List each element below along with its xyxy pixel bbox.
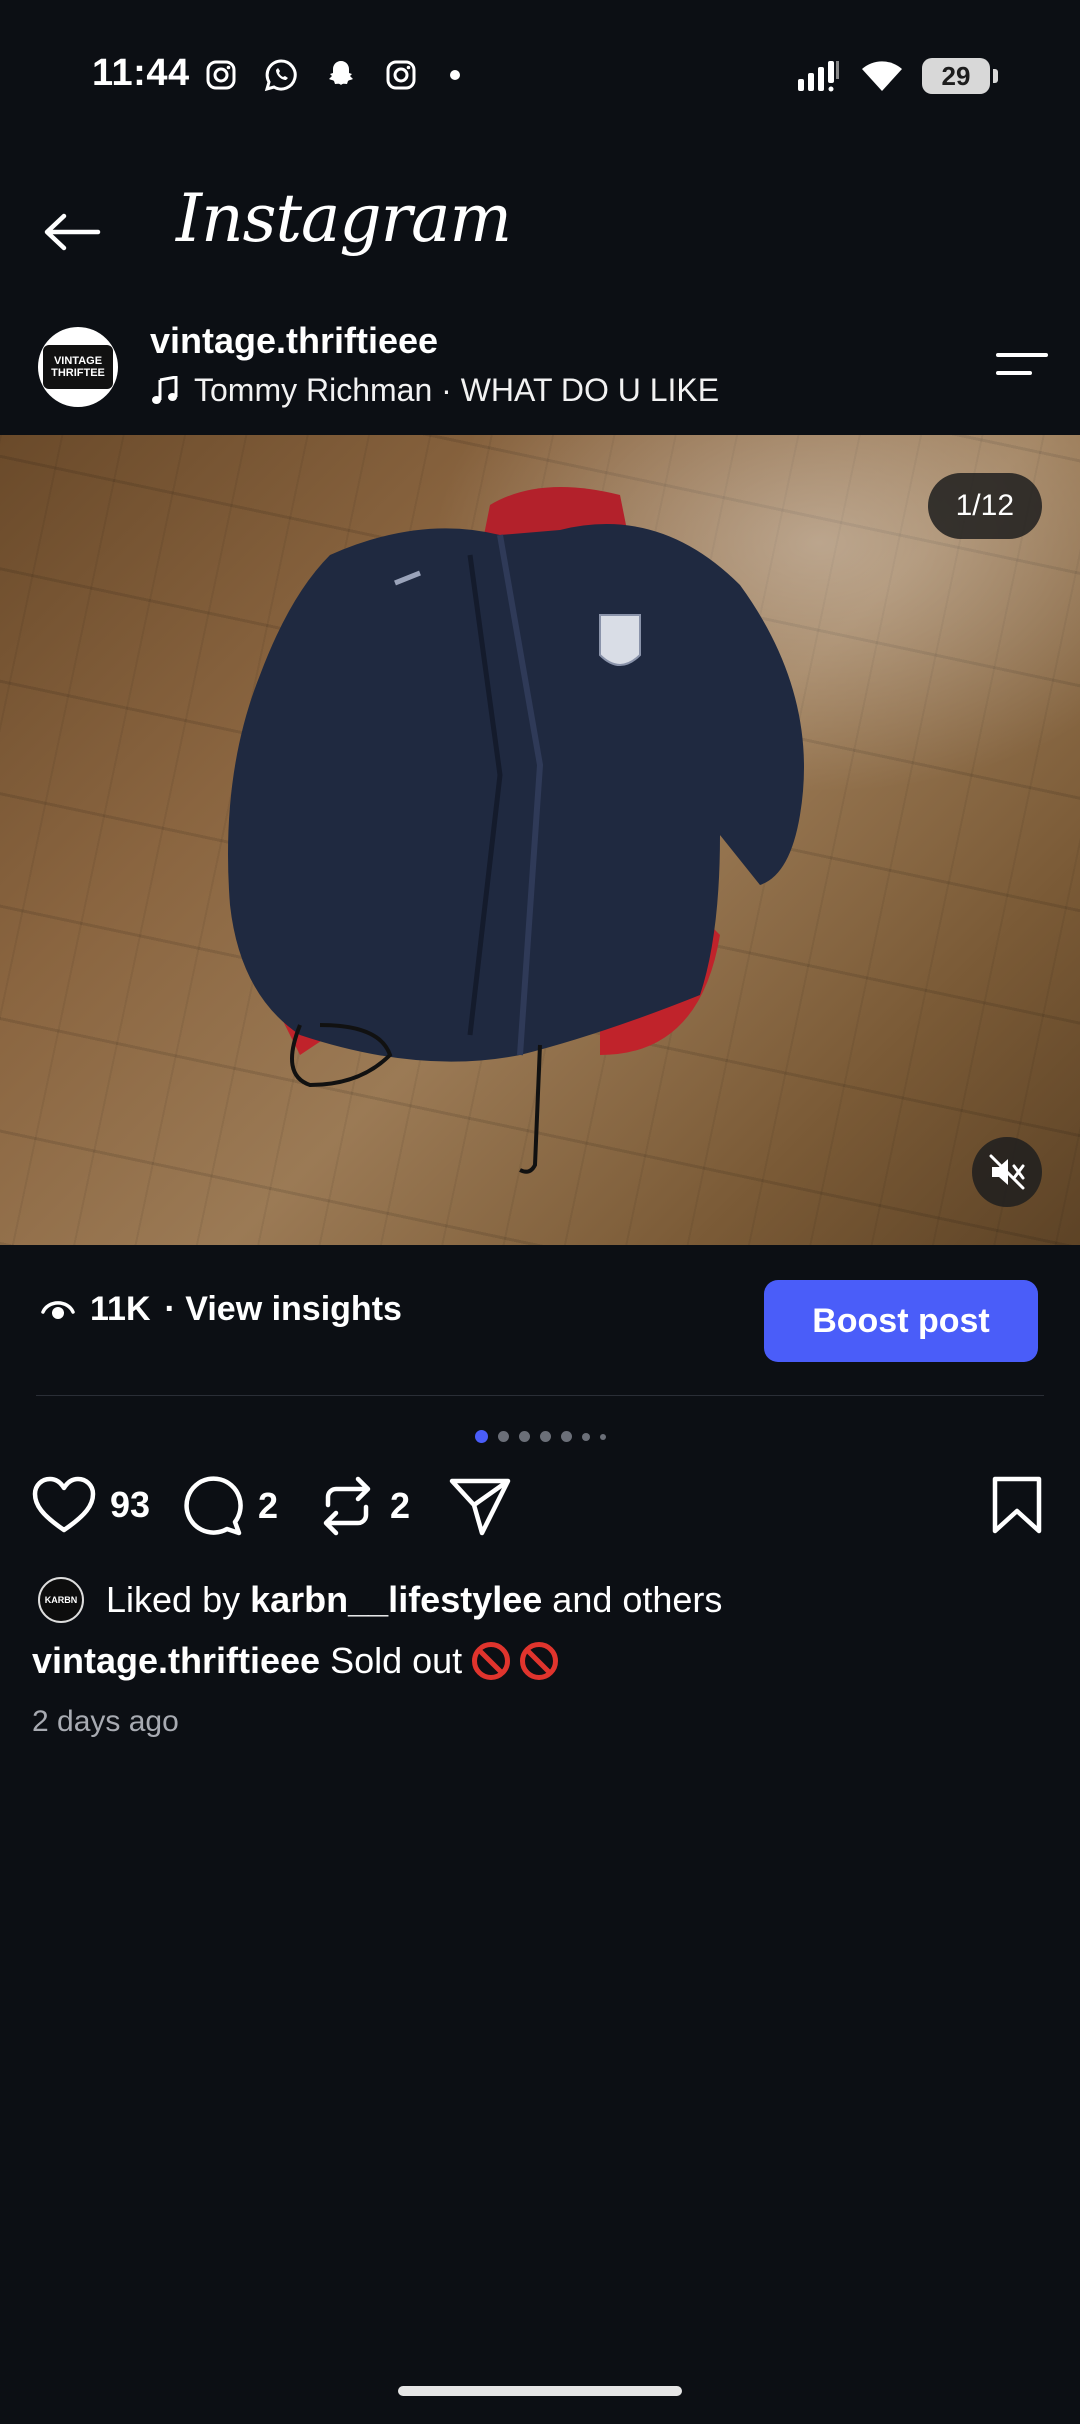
post-caption: vintage.thriftieee Sold out	[32, 1640, 559, 1682]
comment-icon	[184, 1476, 243, 1536]
mute-button[interactable]	[972, 1137, 1042, 1207]
repost-icon	[323, 1476, 371, 1536]
bookmark-icon	[992, 1476, 1042, 1534]
post-menu-button[interactable]	[990, 345, 1050, 385]
post-username[interactable]: vintage.thriftieee	[150, 320, 438, 362]
wifi-icon	[862, 61, 902, 91]
top-app-bar: Instagram	[0, 170, 1080, 290]
like-button[interactable]: 93	[32, 1475, 150, 1535]
instagram-icon	[204, 58, 238, 92]
more-notifications-dot	[450, 70, 460, 80]
carousel-dot	[539, 1431, 551, 1442]
insights-label: · View insights	[164, 1290, 402, 1328]
image-counter: 1/12	[927, 473, 1042, 539]
divider	[36, 1395, 1044, 1396]
liked-by-user[interactable]: karbn__lifestylee	[250, 1579, 542, 1620]
likes-count: 93	[110, 1484, 151, 1525]
prohibited-emoji-icon	[520, 1642, 559, 1680]
prohibited-emoji-icon	[472, 1642, 511, 1680]
heart-icon	[32, 1476, 96, 1533]
carousel-dot	[497, 1431, 509, 1442]
post-header: VINTAGE THRIFTEE vintage.thriftieee Tomm…	[0, 315, 1080, 435]
comment-button[interactable]: 2	[182, 1475, 278, 1537]
carousel-dot	[581, 1432, 590, 1441]
instagram-icon	[384, 58, 418, 92]
carousel-dot	[599, 1433, 606, 1440]
status-bar: 11:44 29	[0, 0, 1080, 150]
save-button[interactable]	[990, 1475, 1044, 1535]
liker-avatar: KARBN	[38, 1577, 84, 1623]
carousel-indicator	[0, 1430, 1080, 1443]
liker-avatar-text: KARBN	[44, 1595, 78, 1605]
caption-username[interactable]: vintage.thriftieee	[32, 1640, 320, 1682]
repost-button[interactable]: 2	[318, 1475, 410, 1537]
post-timestamp: 2 days ago	[32, 1705, 179, 1738]
avatar[interactable]: VINTAGE THRIFTEE	[38, 327, 118, 407]
comments-count: 2	[258, 1485, 279, 1526]
menu-line-top	[996, 353, 1048, 357]
screen: 11:44 29 Instagram VINTAGE THRIFTEE vint…	[0, 0, 1080, 2424]
home-indicator[interactable]	[398, 2386, 682, 2396]
liked-by-prefix: Liked by	[106, 1579, 241, 1620]
reposts-count: 2	[390, 1485, 411, 1526]
avatar-logo: VINTAGE THRIFTEE	[43, 345, 113, 389]
send-icon	[449, 1478, 511, 1536]
system-indicators: 29	[796, 58, 998, 94]
snapchat-icon	[324, 58, 358, 92]
liked-by-row[interactable]: KARBN Liked by karbn__lifestylee and oth…	[38, 1577, 722, 1623]
back-arrow-icon	[44, 213, 101, 251]
battery-level: 29	[941, 60, 971, 91]
carousel-dot	[518, 1431, 530, 1442]
audio-track-label: Tommy Richman · WHAT DO U LIKE	[194, 372, 720, 408]
jacket-illustration	[228, 487, 804, 1174]
share-button[interactable]	[448, 1475, 512, 1537]
post-image[interactable]: 1/12	[0, 435, 1080, 1245]
carousel-dot	[560, 1431, 572, 1442]
instagram-wordmark: Instagram	[176, 180, 512, 257]
carousel-dot-active	[474, 1430, 488, 1443]
back-button[interactable]	[40, 200, 104, 264]
battery-indicator: 29	[922, 58, 998, 94]
signal-icon	[798, 61, 839, 92]
menu-line-bottom	[996, 371, 1032, 375]
views-count: 11K	[90, 1290, 151, 1328]
liked-by-suffix: and others	[552, 1579, 723, 1620]
caption-text: Sold out	[330, 1640, 463, 1681]
view-insights-link[interactable]: 11K · View insights	[40, 1290, 402, 1329]
post-actions: 93 2 2	[32, 1475, 1048, 1545]
speaker-muted-icon	[989, 1154, 1025, 1190]
status-time: 11:44	[92, 52, 190, 94]
whatsapp-icon	[264, 58, 298, 92]
eye-icon	[41, 1300, 75, 1319]
music-note-icon	[152, 375, 178, 404]
liked-by-text: Liked by karbn__lifestylee and others	[106, 1579, 722, 1621]
audio-track[interactable]: Tommy Richman · WHAT DO U LIKE	[150, 372, 719, 409]
notification-icons	[204, 58, 460, 92]
boost-post-button[interactable]: Boost post	[764, 1280, 1038, 1362]
